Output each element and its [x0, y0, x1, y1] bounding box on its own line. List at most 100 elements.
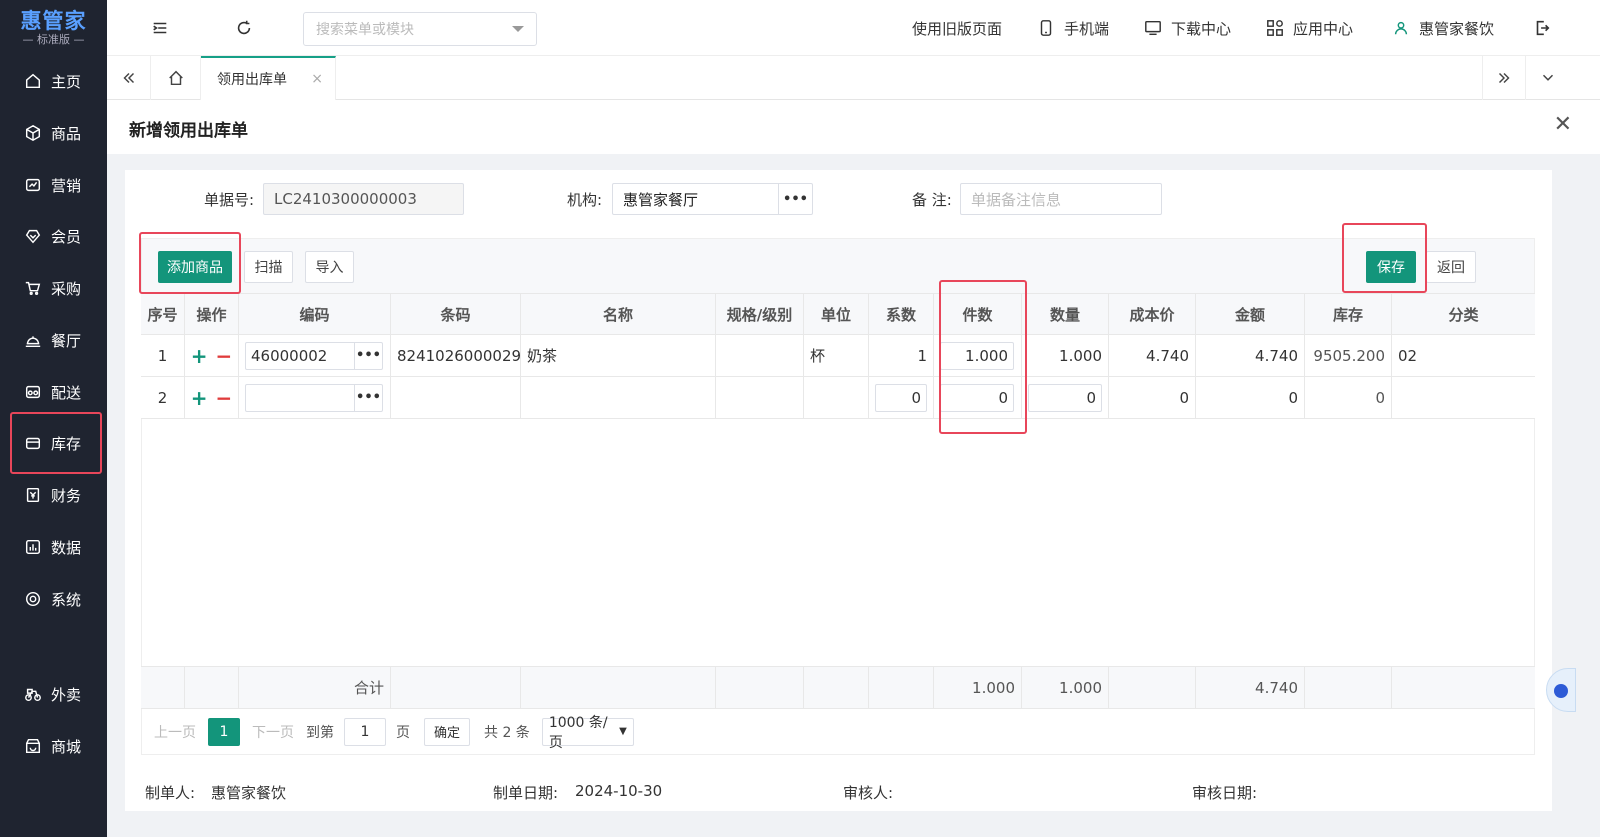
tab-label: 领用出库单 [217, 72, 287, 88]
remove-row-icon[interactable]: − [216, 386, 233, 410]
remove-row-icon[interactable]: − [216, 344, 233, 368]
sidebar-item-delivery[interactable]: 配送 [0, 370, 107, 414]
old-version-label: 使用旧版页面 [912, 19, 1003, 38]
sidebar-item-home[interactable]: 主页 [0, 59, 107, 103]
tabs-scroll-left[interactable] [107, 56, 151, 100]
tab-home[interactable] [151, 56, 201, 100]
logo-subtitle: — 标准版 — [22, 33, 85, 46]
prev-page-button[interactable]: 上一页 [154, 722, 196, 742]
apps-icon [1267, 20, 1283, 36]
sidebar-item-inventory[interactable]: 库存 [0, 421, 107, 465]
app-center-link[interactable]: 应用中心 [1266, 18, 1353, 38]
save-button[interactable]: 保存 [1366, 251, 1416, 283]
sum-pieces: 1.000 [934, 667, 1022, 708]
code-picker-button[interactable]: ••• [354, 341, 382, 370]
tabs-scroll-right[interactable] [1482, 56, 1526, 100]
factor-cell: 0 [869, 377, 934, 418]
goto-confirm-button[interactable]: 确定 [424, 717, 470, 746]
chevron-down-icon: ▼ [619, 726, 627, 737]
import-button[interactable]: 导入 [305, 251, 354, 283]
sidebar-item-marketing[interactable]: 营销 [0, 163, 107, 207]
sidebar-item-purchase[interactable]: 采购 [0, 266, 107, 310]
home-icon [24, 72, 42, 90]
chevron-down-icon [1542, 74, 1554, 81]
back-button[interactable]: 返回 [1426, 251, 1476, 283]
col-header: 金额 [1196, 294, 1305, 334]
refresh-icon[interactable] [234, 18, 254, 38]
store-icon [24, 737, 42, 755]
page-size-select[interactable]: 1000 条/页 ▼ [541, 715, 634, 751]
double-chevron-left-icon [122, 72, 134, 84]
col-header: 分类 [1392, 294, 1535, 334]
search-placeholder: 搜索菜单或模块 [316, 22, 414, 38]
old-version-link[interactable]: 使用旧版页面 [912, 18, 1002, 38]
factor-input[interactable]: 0 [875, 383, 927, 412]
scan-button[interactable]: 扫描 [244, 251, 293, 283]
name-cell: 奶茶 [521, 335, 716, 376]
total-count: 共 2 条 [484, 724, 530, 741]
sidebar-item-data[interactable]: 数据 [0, 525, 107, 569]
code-input[interactable]: ••• [245, 383, 383, 412]
page-number-current[interactable]: 1 [208, 717, 240, 746]
sidebar-item-label: 商城 [51, 737, 82, 756]
note-input[interactable]: 单据备注信息 [960, 183, 1162, 215]
stock-cell: 9505.200 [1305, 335, 1392, 376]
code-input[interactable]: 46000002 ••• [245, 341, 383, 370]
pieces-cell: 1.000 [934, 335, 1022, 376]
assistant-icon [1554, 684, 1568, 698]
row-ops: + − [185, 377, 239, 418]
sidebar-item-mall[interactable]: 商城 [0, 724, 107, 768]
goto-page-input[interactable]: 1 [344, 717, 386, 746]
pieces-input[interactable]: 0 [940, 383, 1014, 412]
collapse-menu-icon[interactable] [150, 18, 170, 38]
code-picker-button[interactable]: ••• [354, 383, 382, 412]
sidebar-item-label: 库存 [51, 434, 82, 453]
sidebar-item-restaurant[interactable]: 餐厅 [0, 318, 107, 362]
tab-stock-out[interactable]: 领用出库单 × [201, 56, 336, 100]
make-date-value: 2024-10-30 [575, 782, 663, 800]
table-header-row: 序号 操作 编码 条码 名称 规格/级别 单位 系数 件数 数量 成本价 金额 … [141, 293, 1535, 335]
org-field[interactable]: 惠管家餐厅 ••• [612, 183, 813, 215]
sidebar-item-member[interactable]: 会员 [0, 214, 107, 258]
sidebar-item-takeout[interactable]: 外卖 [0, 672, 107, 716]
sidebar-item-label: 配送 [51, 383, 82, 402]
sum-cell [185, 667, 239, 708]
form-card: 单据号: LC2410300000003 机构: 惠管家餐厅 ••• 备 注: … [125, 170, 1552, 811]
table-row: 1 + − 46000002 ••• 8241026000029 奶茶 杯 1 1… [141, 335, 1535, 377]
code-cell: 46000002 ••• [239, 335, 391, 376]
menu-search-input[interactable]: 搜索菜单或模块 [303, 12, 537, 46]
sum-cell [521, 667, 716, 708]
tabs-menu[interactable] [1526, 56, 1570, 100]
code-cell: ••• [239, 377, 391, 418]
logo[interactable]: 惠管家 — 标准版 — [0, 0, 107, 56]
add-goods-button[interactable]: 添加商品 [158, 251, 232, 283]
close-icon[interactable]: × [311, 71, 323, 87]
add-row-icon[interactable]: + [191, 386, 208, 410]
box-icon [24, 124, 42, 142]
logout-icon[interactable] [1532, 18, 1552, 38]
barcode-cell [391, 377, 521, 418]
sum-cell [869, 667, 934, 708]
col-header: 数量 [1022, 294, 1109, 334]
next-page-button[interactable]: 下一页 [252, 722, 294, 742]
sidebar-item-label: 营销 [51, 176, 82, 195]
data-icon [24, 538, 42, 556]
user-menu[interactable]: 惠管家餐饮 [1392, 18, 1494, 38]
add-row-icon[interactable]: + [191, 344, 208, 368]
org-picker-button[interactable]: ••• [778, 183, 812, 215]
sidebar-item-finance[interactable]: 财务 [0, 473, 107, 517]
col-header: 成本价 [1109, 294, 1196, 334]
sidebar-item-system[interactable]: 系统 [0, 577, 107, 621]
qty-input[interactable]: 0 [1028, 383, 1102, 412]
close-icon[interactable]: ✕ [1554, 112, 1572, 137]
pieces-input[interactable]: 1.000 [940, 341, 1014, 370]
mobile-icon [1040, 20, 1052, 36]
finance-icon [24, 486, 42, 504]
topbar: 搜索菜单或模块 使用旧版页面 手机端 下载中心 应用中心 惠管家餐饮 [107, 0, 1600, 56]
sidebar-item-label: 餐厅 [51, 331, 82, 350]
sidebar-item-goods[interactable]: 商品 [0, 111, 107, 155]
mobile-link[interactable]: 手机端 [1037, 18, 1109, 38]
sum-cell [1305, 667, 1392, 708]
col-header: 名称 [521, 294, 716, 334]
download-center-link[interactable]: 下载中心 [1144, 18, 1231, 38]
